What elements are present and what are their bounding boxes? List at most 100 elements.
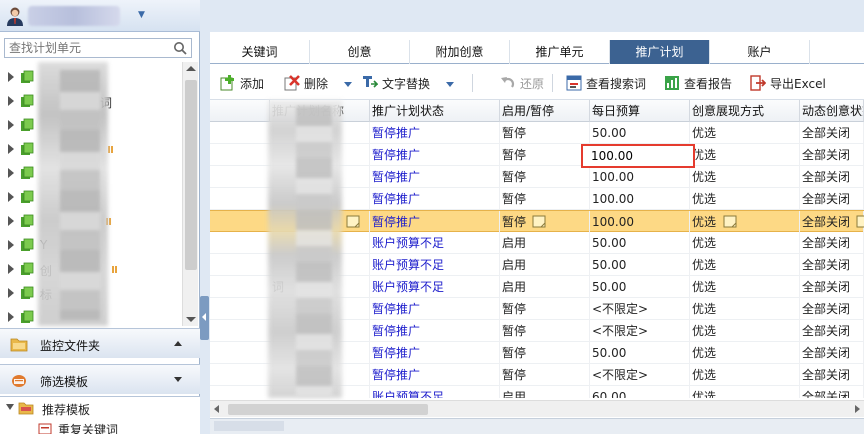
cell-status[interactable]: 账户预算不足 bbox=[370, 276, 500, 298]
cell-display[interactable]: 优选 bbox=[690, 298, 800, 320]
expand-arrow-icon[interactable] bbox=[8, 216, 14, 226]
cell-enabled[interactable]: 暂停 bbox=[500, 364, 590, 386]
cell-display[interactable]: 优选 bbox=[690, 342, 800, 364]
cell-budget[interactable]: 60.00 bbox=[590, 386, 690, 398]
edit-note-icon[interactable] bbox=[346, 215, 360, 228]
tree-scroll-thumb[interactable] bbox=[185, 80, 197, 270]
cell-enabled[interactable]: 启用 bbox=[500, 232, 590, 254]
plan-search-box[interactable] bbox=[4, 38, 192, 58]
cell-status[interactable]: 暂停推广 bbox=[370, 188, 500, 210]
cell-budget[interactable]: 100.00 bbox=[590, 188, 690, 210]
cell-budget[interactable]: 100.00 bbox=[590, 166, 690, 188]
cell-status[interactable]: 暂停推广 bbox=[370, 364, 500, 386]
cell-budget[interactable]: 50.00 bbox=[590, 232, 690, 254]
cell-budget[interactable]: 50.00 bbox=[590, 122, 690, 144]
cell-display[interactable]: 优选 bbox=[690, 122, 800, 144]
cell-dynamic[interactable]: 全部关闭 bbox=[800, 320, 864, 342]
cell-budget[interactable]: 50.00 bbox=[590, 276, 690, 298]
cell-status[interactable]: 暂停推广 bbox=[370, 166, 500, 188]
expand-arrow-icon[interactable] bbox=[8, 72, 14, 82]
collapse-arrow-icon[interactable] bbox=[174, 341, 182, 346]
cell-enabled[interactable]: 暂停 bbox=[500, 166, 590, 188]
expand-arrow-icon[interactable] bbox=[8, 120, 14, 130]
cell-dynamic[interactable]: 全部关闭 bbox=[800, 232, 864, 254]
cell-display[interactable]: 优选 bbox=[690, 386, 800, 398]
budget-edit-box[interactable] bbox=[581, 144, 695, 168]
cell-enabled[interactable]: 启用 bbox=[500, 276, 590, 298]
expand-arrow-icon[interactable] bbox=[8, 288, 14, 298]
cell-display[interactable]: 优选 bbox=[690, 320, 800, 342]
cell-status[interactable]: 暂停推广 bbox=[370, 144, 500, 166]
cell-budget[interactable]: <不限定> bbox=[590, 364, 690, 386]
cell-dynamic[interactable]: 全部关闭 bbox=[800, 298, 864, 320]
cell-display[interactable]: 优选 bbox=[690, 276, 800, 298]
tab-ad-group[interactable]: 推广单元 bbox=[510, 40, 610, 64]
expand-arrow-icon[interactable] bbox=[8, 240, 14, 250]
cell-display[interactable]: 优选 bbox=[690, 188, 800, 210]
cell-dynamic[interactable]: 全部关闭 bbox=[800, 276, 864, 298]
expanded-arrow-icon[interactable] bbox=[6, 404, 14, 410]
tab-account[interactable]: 账户 bbox=[710, 40, 810, 64]
tab-extra-creative[interactable]: 附加创意 bbox=[410, 40, 510, 64]
search-icon[interactable] bbox=[173, 41, 187, 55]
expand-arrow-icon[interactable] bbox=[8, 192, 14, 202]
expand-arrow-icon[interactable] bbox=[174, 377, 182, 382]
col-header-status[interactable]: 推广计划状态 bbox=[370, 100, 500, 122]
cell-dynamic[interactable]: 全部关闭 bbox=[800, 364, 864, 386]
cell-enabled[interactable]: 启用 bbox=[500, 254, 590, 276]
cell-enabled[interactable]: 暂停 bbox=[500, 298, 590, 320]
cell-display[interactable]: 优选 bbox=[690, 364, 800, 386]
cell-budget[interactable]: 100.00 bbox=[590, 211, 690, 233]
scroll-right-icon[interactable] bbox=[855, 405, 860, 413]
filter-template-section[interactable]: 筛选模板 bbox=[0, 364, 200, 394]
tab-creative[interactable]: 创意 bbox=[310, 40, 410, 64]
cell-status[interactable]: 暂停推广 bbox=[370, 320, 500, 342]
col-header-enabled[interactable]: 启用/暂停 bbox=[500, 100, 590, 122]
cell-dynamic[interactable]: 全部关闭 bbox=[800, 166, 864, 188]
collapse-panel-button[interactable] bbox=[200, 296, 209, 340]
edit-note-icon[interactable] bbox=[856, 215, 864, 228]
expand-arrow-icon[interactable] bbox=[8, 168, 14, 178]
cell-enabled[interactable]: 启用 bbox=[500, 386, 590, 398]
cell-dynamic[interactable]: 全部关闭 bbox=[800, 122, 864, 144]
cell-enabled[interactable]: 暂停 bbox=[500, 144, 590, 166]
cell-dynamic[interactable]: 全部关闭 bbox=[800, 211, 864, 233]
scroll-up-icon[interactable] bbox=[186, 66, 196, 71]
col-header-display[interactable]: 创意展现方式 bbox=[690, 100, 800, 122]
plan-search-input[interactable] bbox=[5, 39, 165, 57]
expand-arrow-icon[interactable] bbox=[8, 264, 14, 274]
grid-horizontal-scrollbar[interactable] bbox=[210, 400, 864, 417]
cell-display[interactable]: 优选 bbox=[690, 254, 800, 276]
expand-arrow-icon[interactable] bbox=[8, 312, 14, 322]
user-avatar-icon[interactable] bbox=[6, 6, 24, 26]
tree-scrollbar[interactable] bbox=[182, 62, 198, 326]
col-header-budget[interactable]: 每日预算 bbox=[590, 100, 690, 122]
budget-edit-input[interactable] bbox=[583, 146, 693, 166]
cell-enabled[interactable]: 暂停 bbox=[500, 122, 590, 144]
replace-dropdown-icon[interactable] bbox=[446, 82, 454, 87]
delete-dropdown-icon[interactable] bbox=[344, 82, 352, 87]
cell-dynamic[interactable]: 全部关闭 bbox=[800, 342, 864, 364]
edit-note-icon[interactable] bbox=[723, 215, 737, 228]
cell-display[interactable]: 优选 bbox=[690, 144, 800, 166]
cell-enabled[interactable]: 暂停 bbox=[500, 188, 590, 210]
monitor-folder-section[interactable]: 监控文件夹 bbox=[0, 328, 200, 358]
cell-display[interactable]: 优选 bbox=[690, 166, 800, 188]
tab-keyword[interactable]: 关键词 bbox=[210, 40, 310, 64]
cell-status[interactable]: 暂停推广 bbox=[370, 342, 500, 364]
edit-note-icon[interactable] bbox=[532, 215, 546, 228]
cell-dynamic[interactable]: 全部关闭 bbox=[800, 254, 864, 276]
cell-budget[interactable]: 50.00 bbox=[590, 342, 690, 364]
cell-enabled[interactable]: 暂停 bbox=[500, 342, 590, 364]
cell-dynamic[interactable]: 全部关闭 bbox=[800, 188, 864, 210]
cell-enabled[interactable]: 暂停 bbox=[500, 320, 590, 342]
cell-dynamic[interactable]: 全部关闭 bbox=[800, 144, 864, 166]
cell-display[interactable]: 优选 bbox=[690, 211, 800, 233]
cell-status[interactable]: 暂停推广 bbox=[370, 122, 500, 144]
cell-status[interactable]: 暂停推广 bbox=[370, 211, 500, 233]
cell-display[interactable]: 优选 bbox=[690, 232, 800, 254]
grid-scroll-thumb[interactable] bbox=[228, 404, 428, 415]
cell-status[interactable]: 账户预算不足 bbox=[370, 232, 500, 254]
status-bar-tab[interactable] bbox=[214, 421, 284, 431]
scroll-down-icon[interactable] bbox=[186, 317, 196, 322]
